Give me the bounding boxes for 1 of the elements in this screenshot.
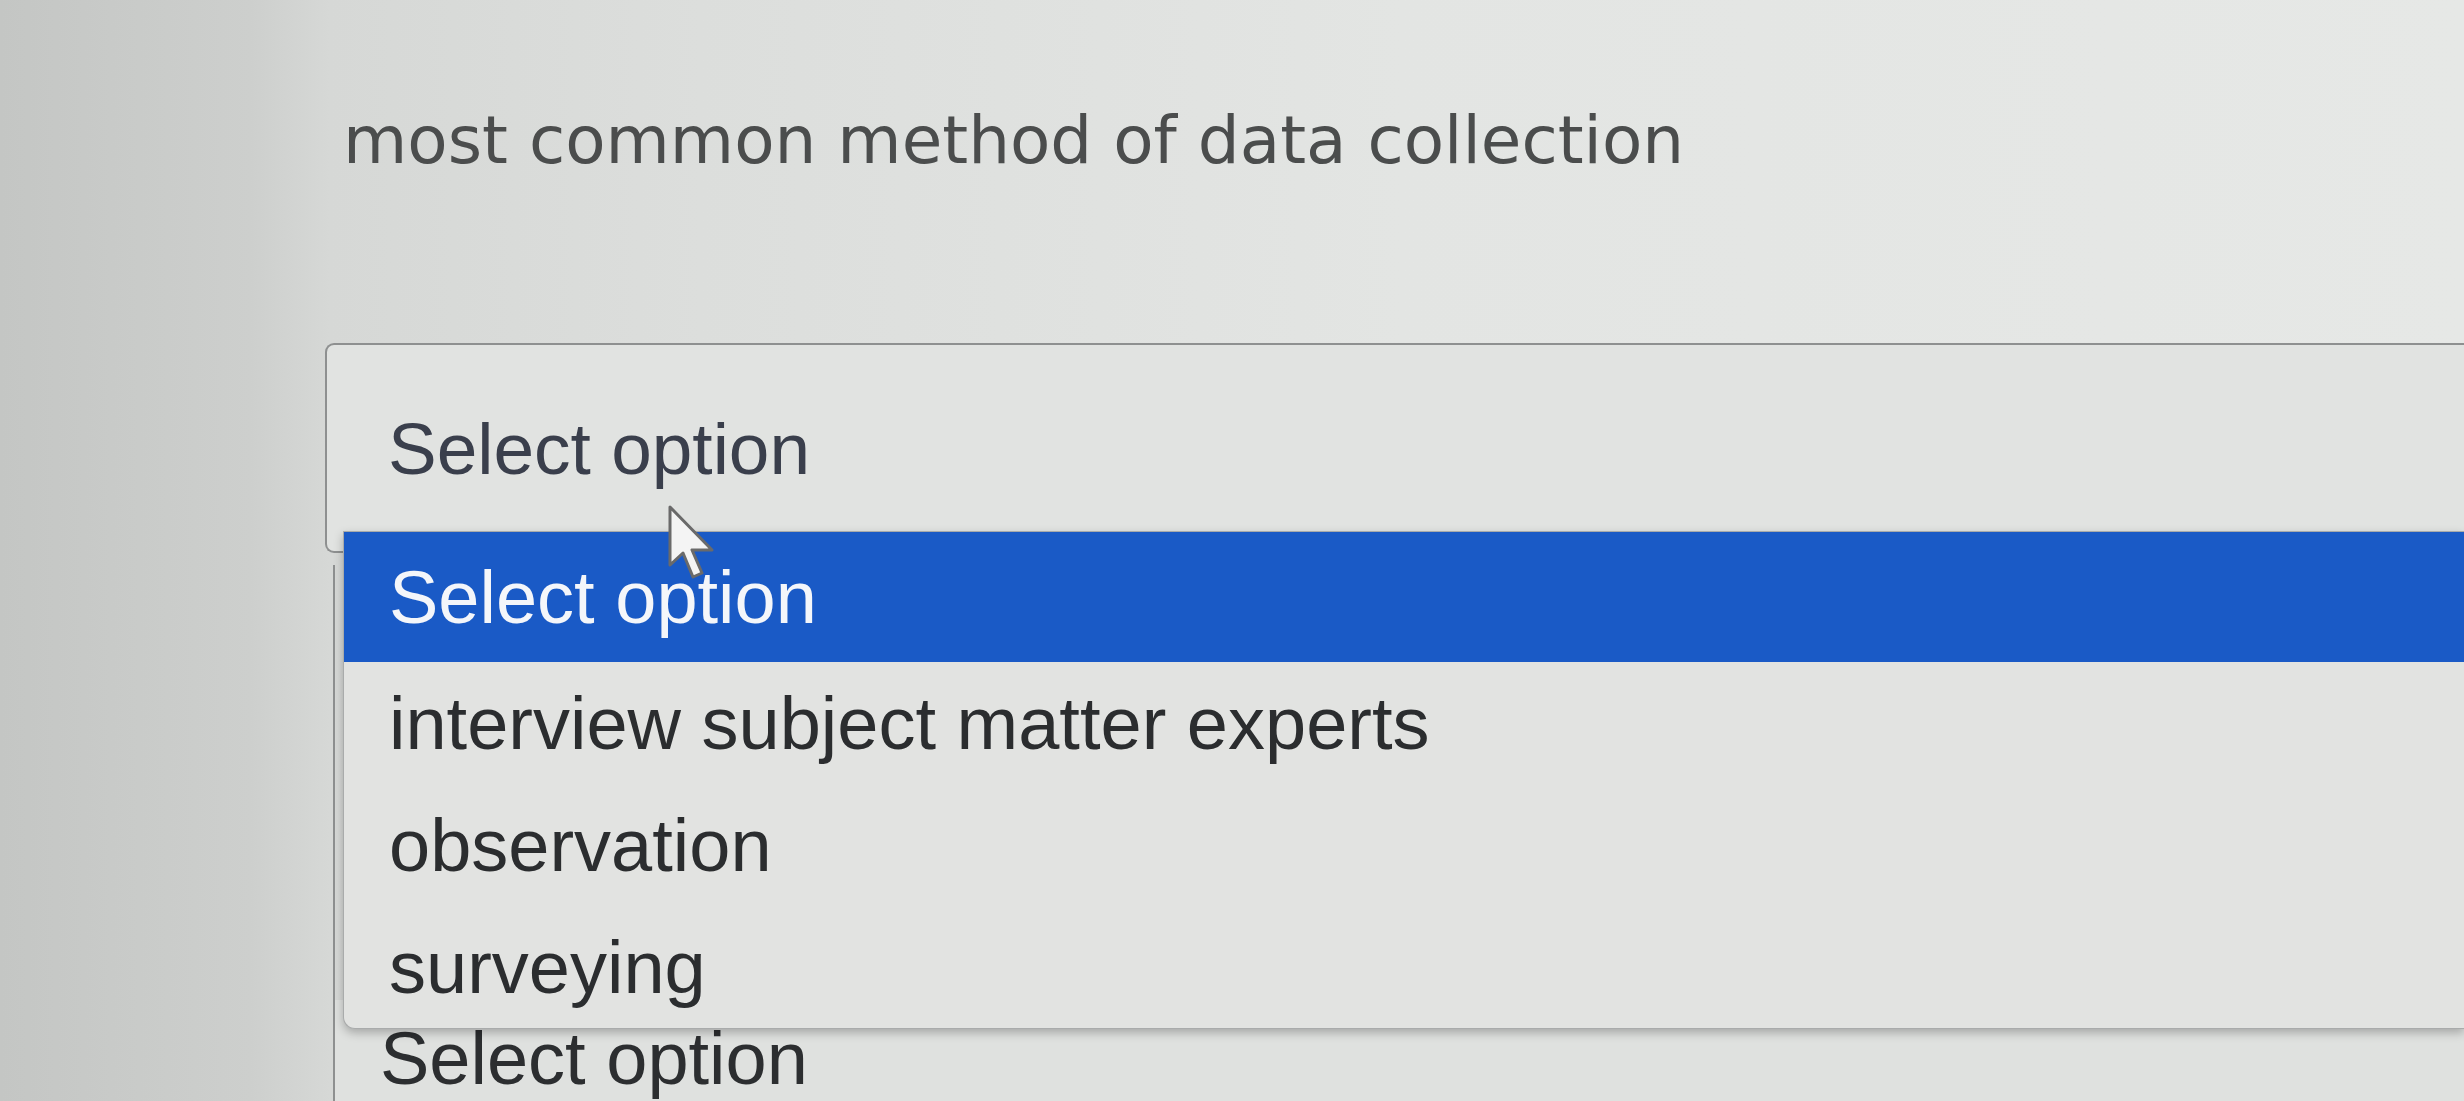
question-text: most common method of data collection	[343, 103, 1686, 179]
